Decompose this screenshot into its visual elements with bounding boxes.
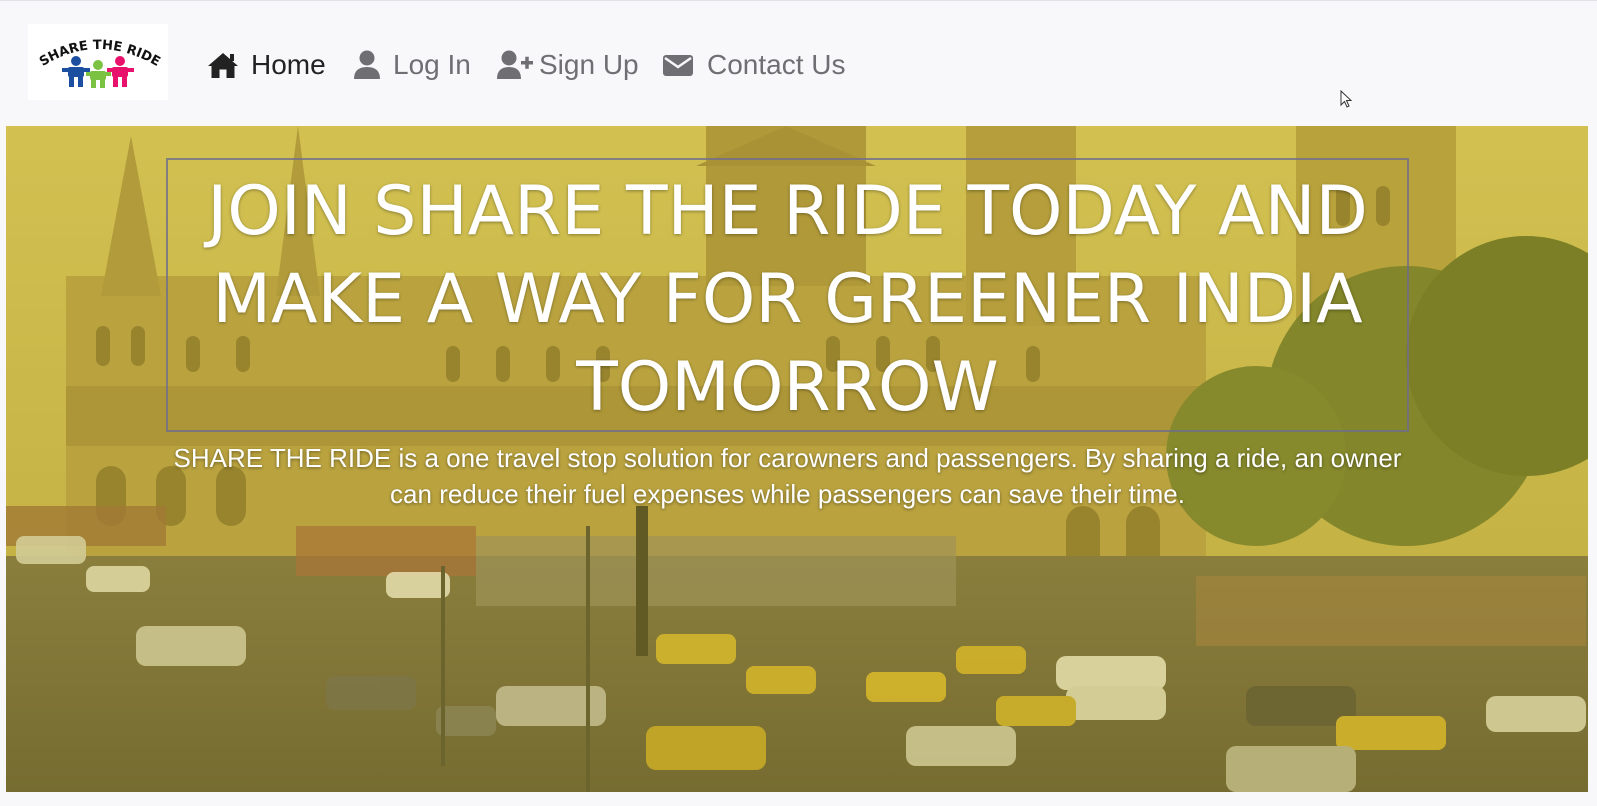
nav-signup-label: Sign Up [539,49,639,80]
nav-login-label: Log In [393,49,471,80]
hero-banner: JOIN SHARE THE RIDE TODAY AND MAKE A WAY… [6,126,1588,792]
logo-figure-blue [62,56,90,87]
logo-figure-green [86,60,111,88]
nav-signup[interactable]: Sign Up [497,45,639,85]
hero-title: JOIN SHARE THE RIDE TODAY AND MAKE A WAY… [207,172,1368,427]
nav-login[interactable]: Log In [353,45,471,85]
nav-home[interactable]: Home [207,45,326,85]
logo-image: SHARE THE RIDE [37,38,163,88]
home-icon [207,51,239,79]
mouse-cursor-icon [1340,89,1353,113]
nav-contact[interactable]: Contact Us [663,45,846,85]
envelope-icon [663,53,693,77]
navbar: SHARE THE RIDE Home Log In Sign Up Conta… [0,0,1597,121]
user-icon [353,50,381,80]
user-plus-icon [497,50,533,80]
logo[interactable]: SHARE THE RIDE [28,24,168,100]
nav-home-label: Home [251,49,326,80]
nav-contact-label: Contact Us [707,49,846,80]
logo-figure-pink [107,56,134,87]
hero-description: SHARE THE RIDE is a one travel stop solu… [173,443,1402,509]
